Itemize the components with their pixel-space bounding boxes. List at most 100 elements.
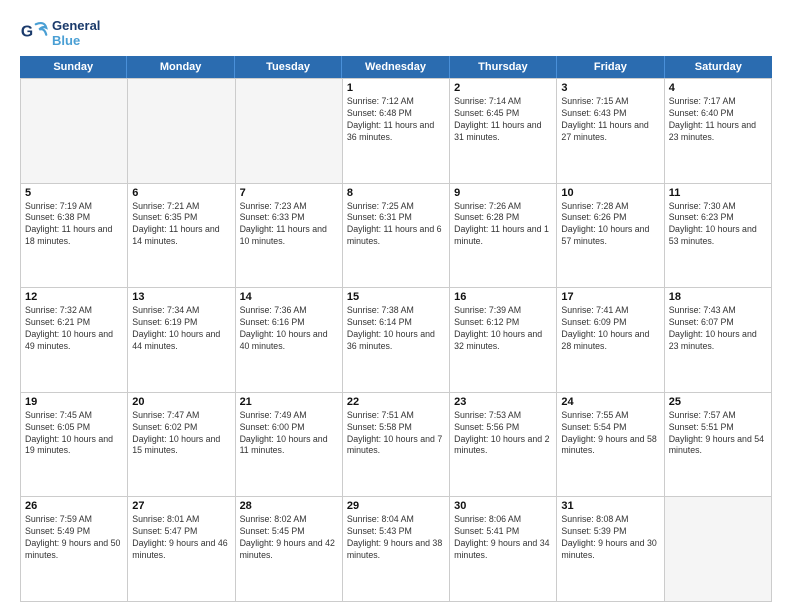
day-info: Sunrise: 7:47 AM Sunset: 6:02 PM Dayligh…: [132, 410, 230, 458]
day-cell-24: 24Sunrise: 7:55 AM Sunset: 5:54 PM Dayli…: [557, 393, 664, 498]
empty-cell: [665, 497, 772, 602]
logo: G General Blue: [20, 18, 100, 48]
day-info: Sunrise: 7:45 AM Sunset: 6:05 PM Dayligh…: [25, 410, 123, 458]
day-info: Sunrise: 7:25 AM Sunset: 6:31 PM Dayligh…: [347, 201, 445, 249]
day-number: 25: [669, 396, 767, 408]
day-info: Sunrise: 7:38 AM Sunset: 6:14 PM Dayligh…: [347, 305, 445, 353]
day-cell-30: 30 Sunrise: 8:06 AM Sunset: 5:41 PM Dayli…: [450, 497, 557, 602]
header-day-wednesday: Wednesday: [342, 56, 449, 78]
day-number: 8: [347, 187, 445, 199]
day-info: Sunrise: 7:26 AM Sunset: 6:28 PM Dayligh…: [454, 201, 552, 249]
day-cell-2: 2 Sunrise: 7:14 AM Sunset: 6:45 PM Daylig…: [450, 79, 557, 184]
svg-text:G: G: [21, 24, 33, 41]
day-number: 27: [132, 500, 230, 512]
day-number: 21: [240, 396, 338, 408]
day-info: Sunrise: 7:39 AM Sunset: 6:12 PM Dayligh…: [454, 305, 552, 353]
day-number: 9: [454, 187, 552, 199]
day-info: Sunrise: 7:34 AM Sunset: 6:19 PM Dayligh…: [132, 305, 230, 353]
day-info: Sunrise: 7:15 AM Sunset: 6:43 PM Dayligh…: [561, 96, 659, 144]
day-cell-15: 15 Sunrise: 7:38 AM Sunset: 6:14 PM Dayli…: [343, 288, 450, 393]
day-number: 13: [132, 291, 230, 303]
day-number: 6: [132, 187, 230, 199]
header: G General Blue: [20, 18, 772, 48]
day-info: Sunrise: 7:43 AM Sunset: 6:07 PM Dayligh…: [669, 305, 767, 353]
day-info: Sunrise: 7:41 AM Sunset: 6:09 PM Dayligh…: [561, 305, 659, 353]
day-info: Sunrise: 7:19 AM Sunset: 6:38 PM Dayligh…: [25, 201, 123, 249]
day-number: 22: [347, 396, 445, 408]
day-number: 11: [669, 187, 767, 199]
day-info: Sunrise: 8:08 AM Sunset: 5:39 PM Dayligh…: [561, 514, 659, 562]
day-cell-4: 4 Sunrise: 7:17 AM Sunset: 6:40 PM Daylig…: [665, 79, 772, 184]
day-number: 10: [561, 187, 659, 199]
day-number: 20: [132, 396, 230, 408]
day-cell-12: 12 Sunrise: 7:32 AM Sunset: 6:21 PM Dayli…: [21, 288, 128, 393]
day-number: 5: [25, 187, 123, 199]
day-cell-10: 10Sunrise: 7:28 AM Sunset: 6:26 PM Dayli…: [557, 184, 664, 289]
day-info: Sunrise: 7:57 AM Sunset: 5:51 PM Dayligh…: [669, 410, 767, 458]
day-info: Sunrise: 7:36 AM Sunset: 6:16 PM Dayligh…: [240, 305, 338, 353]
day-cell-8: 8 Sunrise: 7:25 AM Sunset: 6:31 PM Daylig…: [343, 184, 450, 289]
day-number: 23: [454, 396, 552, 408]
day-number: 3: [561, 82, 659, 94]
day-cell-3: 3 Sunrise: 7:15 AM Sunset: 6:43 PM Daylig…: [557, 79, 664, 184]
day-number: 12: [25, 291, 123, 303]
day-info: Sunrise: 7:51 AM Sunset: 5:58 PM Dayligh…: [347, 410, 445, 458]
day-cell-28: 28Sunrise: 8:02 AM Sunset: 5:45 PM Dayli…: [236, 497, 343, 602]
day-cell-17: 17 Sunrise: 7:41 AM Sunset: 6:09 PM Dayli…: [557, 288, 664, 393]
day-cell-16: 16 Sunrise: 7:39 AM Sunset: 6:12 PM Dayli…: [450, 288, 557, 393]
header-day-friday: Friday: [557, 56, 664, 78]
day-cell-9: 9 Sunrise: 7:26 AM Sunset: 6:28 PM Daylig…: [450, 184, 557, 289]
day-number: 30: [454, 500, 552, 512]
day-cell-11: 11 Sunrise: 7:30 AM Sunset: 6:23 PM Dayli…: [665, 184, 772, 289]
logo-text: General Blue: [52, 18, 100, 48]
day-info: Sunrise: 8:06 AM Sunset: 5:41 PM Dayligh…: [454, 514, 552, 562]
empty-cell: [236, 79, 343, 184]
day-cell-19: 19 Sunrise: 7:45 AM Sunset: 6:05 PM Dayli…: [21, 393, 128, 498]
day-info: Sunrise: 7:23 AM Sunset: 6:33 PM Dayligh…: [240, 201, 338, 249]
header-day-sunday: Sunday: [20, 56, 127, 78]
header-day-monday: Monday: [127, 56, 234, 78]
day-info: Sunrise: 7:12 AM Sunset: 6:48 PM Dayligh…: [347, 96, 445, 144]
day-cell-23: 23 Sunrise: 7:53 AM Sunset: 5:56 PM Dayli…: [450, 393, 557, 498]
day-cell-29: 29 Sunrise: 8:04 AM Sunset: 5:43 PM Dayli…: [343, 497, 450, 602]
day-cell-20: 20 Sunrise: 7:47 AM Sunset: 6:02 PM Dayli…: [128, 393, 235, 498]
day-number: 29: [347, 500, 445, 512]
day-info: Sunrise: 8:04 AM Sunset: 5:43 PM Dayligh…: [347, 514, 445, 562]
day-cell-13: 13 Sunrise: 7:34 AM Sunset: 6:19 PM Dayli…: [128, 288, 235, 393]
empty-cell: [128, 79, 235, 184]
day-cell-31: 31Sunrise: 8:08 AM Sunset: 5:39 PM Dayli…: [557, 497, 664, 602]
day-cell-26: 26 Sunrise: 7:59 AM Sunset: 5:49 PM Dayli…: [21, 497, 128, 602]
day-info: Sunrise: 7:49 AM Sunset: 6:00 PM Dayligh…: [240, 410, 338, 458]
day-number: 2: [454, 82, 552, 94]
header-day-saturday: Saturday: [665, 56, 772, 78]
calendar-header: SundayMondayTuesdayWednesdayThursdayFrid…: [20, 56, 772, 78]
day-number: 17: [561, 291, 659, 303]
day-info: Sunrise: 7:32 AM Sunset: 6:21 PM Dayligh…: [25, 305, 123, 353]
day-number: 24: [561, 396, 659, 408]
day-cell-27: 27 Sunrise: 8:01 AM Sunset: 5:47 PM Dayli…: [128, 497, 235, 602]
day-info: Sunrise: 7:53 AM Sunset: 5:56 PM Dayligh…: [454, 410, 552, 458]
empty-cell: [21, 79, 128, 184]
calendar-page: G General Blue SundayMondayTuesdayWednes…: [0, 0, 792, 612]
day-cell-1: 1 Sunrise: 7:12 AM Sunset: 6:48 PM Daylig…: [343, 79, 450, 184]
calendar-body: 1 Sunrise: 7:12 AM Sunset: 6:48 PM Daylig…: [20, 78, 772, 602]
day-info: Sunrise: 8:01 AM Sunset: 5:47 PM Dayligh…: [132, 514, 230, 562]
day-info: Sunrise: 7:59 AM Sunset: 5:49 PM Dayligh…: [25, 514, 123, 562]
day-info: Sunrise: 7:30 AM Sunset: 6:23 PM Dayligh…: [669, 201, 767, 249]
day-number: 16: [454, 291, 552, 303]
day-cell-18: 18Sunrise: 7:43 AM Sunset: 6:07 PM Dayli…: [665, 288, 772, 393]
day-cell-25: 25 Sunrise: 7:57 AM Sunset: 5:51 PM Dayli…: [665, 393, 772, 498]
day-info: Sunrise: 7:17 AM Sunset: 6:40 PM Dayligh…: [669, 96, 767, 144]
day-number: 26: [25, 500, 123, 512]
header-day-thursday: Thursday: [450, 56, 557, 78]
day-number: 7: [240, 187, 338, 199]
logo-icon: G: [20, 19, 48, 47]
day-cell-6: 6Sunrise: 7:21 AM Sunset: 6:35 PM Daylig…: [128, 184, 235, 289]
day-number: 15: [347, 291, 445, 303]
day-number: 4: [669, 82, 767, 94]
day-info: Sunrise: 8:02 AM Sunset: 5:45 PM Dayligh…: [240, 514, 338, 562]
day-number: 1: [347, 82, 445, 94]
day-number: 19: [25, 396, 123, 408]
day-cell-7: 7 Sunrise: 7:23 AM Sunset: 6:33 PM Daylig…: [236, 184, 343, 289]
day-info: Sunrise: 7:14 AM Sunset: 6:45 PM Dayligh…: [454, 96, 552, 144]
